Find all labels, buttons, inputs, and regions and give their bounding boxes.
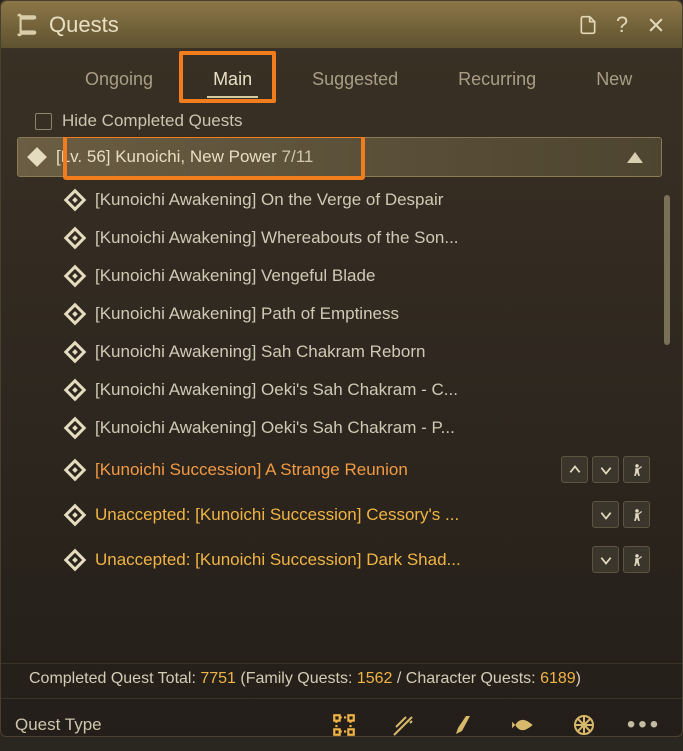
summary-suffix: ) (576, 670, 581, 687)
quest-diamond-icon (64, 379, 87, 402)
tab-new[interactable]: New (580, 61, 648, 98)
group-progress-done: 7 (282, 147, 291, 166)
quest-item-text: [Kunoichi Awakening] On the Verge of Des… (95, 190, 662, 210)
quest-type-combat-icon[interactable] (380, 707, 428, 743)
quest-item[interactable]: [Kunoichi Awakening] Vengeful Blade (17, 257, 674, 295)
quest-item[interactable]: [Kunoichi Awakening] On the Verge of Des… (17, 181, 674, 219)
summary-mid2: / Character Quests: (392, 670, 540, 687)
quest-item-text: [Kunoichi Succession] A Strange Reunion (95, 460, 549, 480)
quest-diamond-icon (64, 227, 87, 250)
quest-diamond-icon (64, 303, 87, 326)
quest-item[interactable]: Unaccepted: [Kunoichi Succession] Dark S… (17, 537, 674, 582)
titlebar: Quests ? (1, 1, 682, 49)
summary-total: 7751 (200, 670, 236, 687)
scrollbar[interactable] (664, 195, 670, 345)
tab-bar: Ongoing Main Suggested Recurring New (1, 49, 682, 101)
quest-type-explore-icon[interactable] (560, 707, 608, 743)
footer: Quest Type ••• (1, 698, 682, 751)
footer-label: Quest Type (15, 715, 102, 735)
hide-completed-checkbox[interactable] (35, 113, 52, 130)
quest-type-fish-icon[interactable] (500, 707, 548, 743)
summary: Completed Quest Total: 7751 (Family Ques… (1, 663, 682, 698)
quest-item[interactable]: Unaccepted: [Kunoichi Succession] Cessor… (17, 492, 674, 537)
quest-item[interactable]: [Kunoichi Awakening] Path of Emptiness (17, 295, 674, 333)
more-button[interactable]: ••• (620, 707, 668, 743)
tab-main[interactable]: Main (197, 61, 268, 98)
quest-diamond-icon (64, 265, 87, 288)
summary-char: 6189 (540, 670, 576, 687)
more-dots-icon: ••• (627, 711, 661, 739)
quest-item[interactable]: [Kunoichi Awakening] Oeki's Sah Chakram … (17, 409, 674, 447)
quest-item[interactable]: [Kunoichi Succession] A Strange Reunion (17, 447, 674, 492)
quest-diamond-icon (64, 341, 87, 364)
filter-row: Hide Completed Quests (1, 101, 682, 137)
hide-completed-label: Hide Completed Quests (62, 111, 242, 131)
quest-type-life-icon[interactable] (440, 707, 488, 743)
quest-diamond-icon (64, 417, 87, 440)
quest-item-text: [Kunoichi Awakening] Sah Chakram Reborn (95, 342, 662, 362)
window-title: Quests (49, 12, 568, 38)
quest-diamond-icon (64, 189, 87, 212)
summary-family: 1562 (357, 670, 393, 687)
quest-group-header[interactable]: [Lv. 56] Kunoichi, New Power 7/11 (17, 137, 662, 177)
quest-list: [Lv. 56] Kunoichi, New Power 7/11 [Kunoi… (17, 137, 674, 663)
nav-button[interactable] (623, 501, 650, 528)
group-diamond-icon (27, 147, 47, 167)
group-progress-total: /11 (291, 147, 313, 166)
collapse-icon[interactable] (627, 152, 643, 163)
quest-item[interactable]: [Kunoichi Awakening] Whereabouts of the … (17, 219, 674, 257)
quest-item[interactable]: [Kunoichi Awakening] Sah Chakram Reborn (17, 333, 674, 371)
quest-item-text: [Kunoichi Awakening] Whereabouts of the … (95, 228, 662, 248)
quest-item-text: [Kunoichi Awakening] Oeki's Sah Chakram … (95, 380, 662, 400)
quest-item[interactable]: [Kunoichi Awakening] Oeki's Sah Chakram … (17, 371, 674, 409)
quests-window: Quests ? Ongoing Main Suggested Recurrin… (0, 0, 683, 737)
quest-item-text: [Kunoichi Awakening] Vengeful Blade (95, 266, 662, 286)
summary-mid1: (Family Quests: (236, 670, 357, 687)
quest-actions (561, 456, 650, 483)
up-button[interactable] (561, 456, 588, 483)
quest-item-text: [Kunoichi Awakening] Path of Emptiness (95, 304, 662, 324)
group-title: [Lv. 56] Kunoichi, New Power (56, 147, 277, 166)
tab-suggested[interactable]: Suggested (296, 61, 414, 98)
down-button[interactable] (592, 501, 619, 528)
down-button[interactable] (592, 456, 619, 483)
quest-actions (592, 501, 650, 528)
page-icon[interactable] (574, 11, 602, 39)
quest-scroll-icon (13, 12, 39, 38)
quest-item-text: [Kunoichi Awakening] Oeki's Sah Chakram … (95, 418, 662, 438)
tab-recurring[interactable]: Recurring (442, 61, 552, 98)
nav-button[interactable] (623, 546, 650, 573)
quest-item-text: Unaccepted: [Kunoichi Succession] Cessor… (95, 505, 580, 525)
quest-diamond-icon (64, 503, 87, 526)
quest-diamond-icon (64, 548, 87, 571)
help-icon[interactable]: ? (608, 11, 636, 39)
quest-diamond-icon (64, 458, 87, 481)
quest-type-all-icon[interactable] (320, 707, 368, 743)
tab-ongoing[interactable]: Ongoing (69, 61, 169, 98)
summary-prefix: Completed Quest Total: (29, 670, 200, 687)
quest-item-text: Unaccepted: [Kunoichi Succession] Dark S… (95, 550, 580, 570)
down-button[interactable] (592, 546, 619, 573)
quest-actions (592, 546, 650, 573)
close-icon[interactable] (642, 11, 670, 39)
nav-button[interactable] (623, 456, 650, 483)
